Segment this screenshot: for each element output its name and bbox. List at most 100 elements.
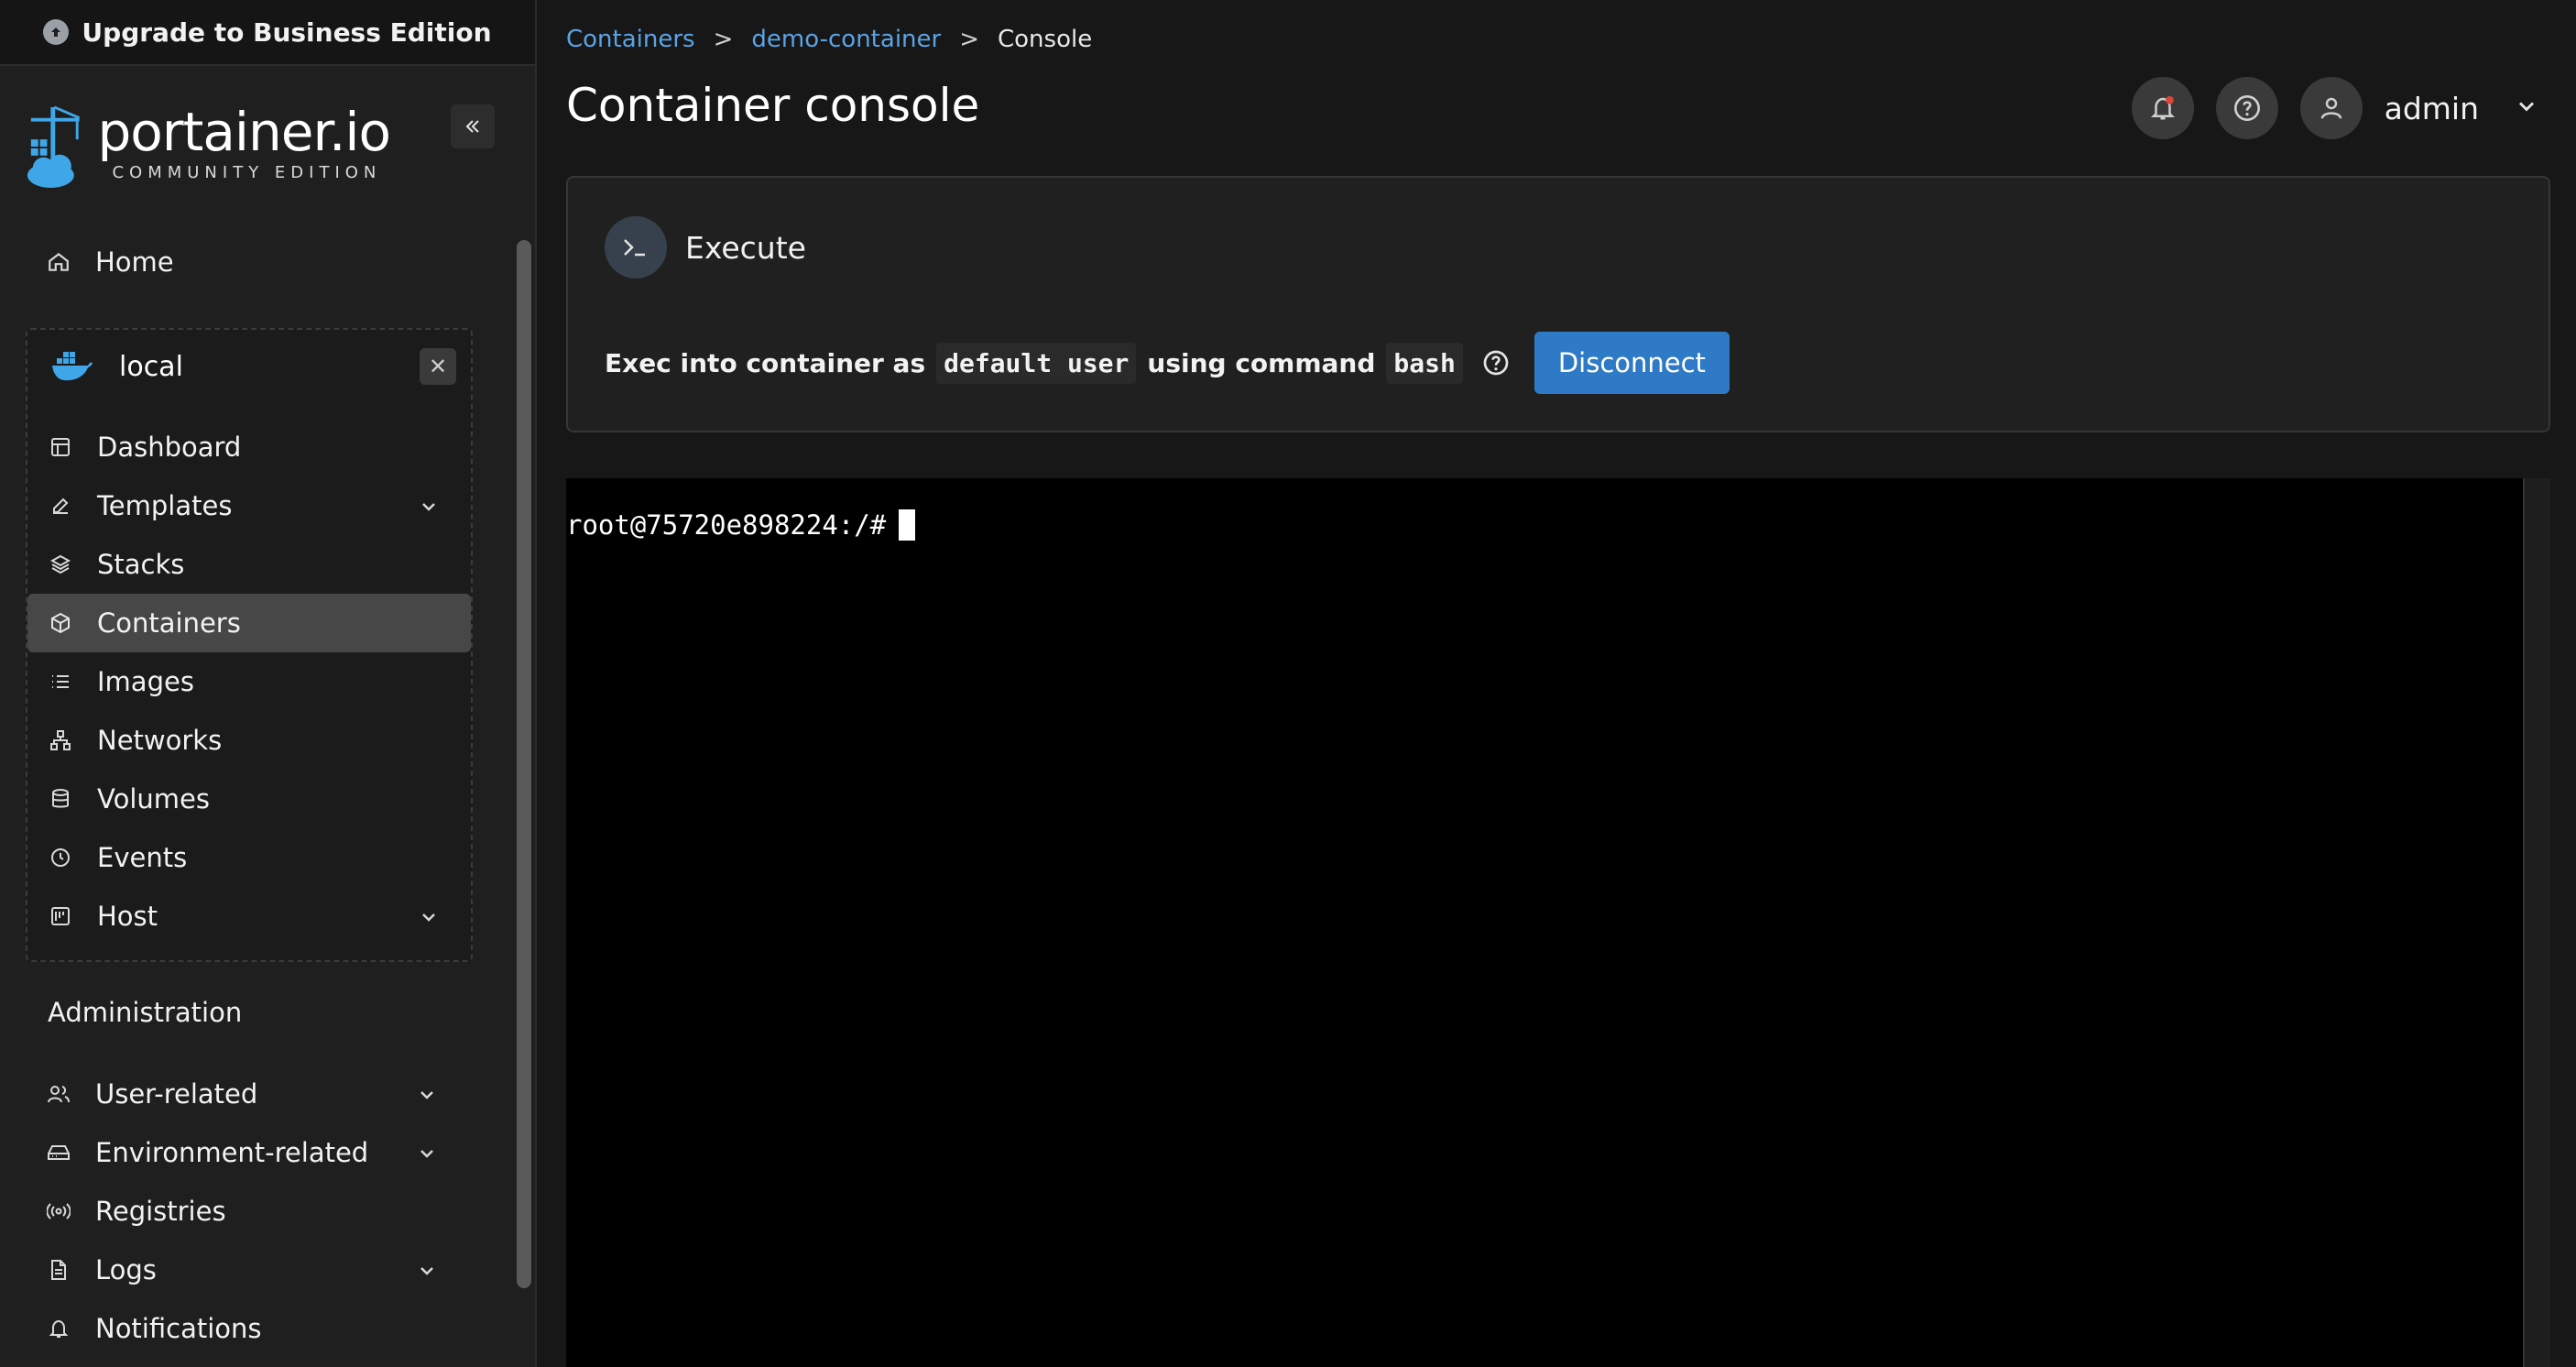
terminal-prompt-line: root@75720e898224:/# bbox=[566, 509, 916, 541]
sidebar-item-label: Images bbox=[97, 666, 194, 697]
sidebar-item-registries[interactable]: Registries bbox=[26, 1182, 469, 1241]
sidebar-item-host[interactable]: Host bbox=[27, 887, 471, 946]
sidebar-item-label: User-related bbox=[95, 1078, 258, 1110]
bell-icon bbox=[46, 1316, 71, 1341]
host-icon bbox=[48, 903, 73, 929]
exec-description: Exec into container as default user usin… bbox=[605, 332, 1730, 394]
administration-heading: Administration bbox=[48, 997, 243, 1028]
sidebar-item-label: Logs bbox=[95, 1254, 157, 1285]
chevron-down-icon bbox=[416, 1140, 438, 1171]
breadcrumb-containers-link[interactable]: Containers bbox=[566, 26, 695, 53]
environment-header[interactable]: local bbox=[27, 337, 471, 396]
terminal-cursor bbox=[899, 509, 916, 541]
user-name[interactable]: admin bbox=[2385, 91, 2479, 126]
execute-title: Execute bbox=[685, 229, 806, 266]
sidebar-item-containers[interactable]: Containers bbox=[27, 594, 471, 652]
network-icon bbox=[48, 727, 73, 753]
sidebar-item-label: Containers bbox=[97, 607, 241, 639]
exec-prefix-text: Exec into container as bbox=[605, 347, 926, 378]
upgrade-banner[interactable]: Upgrade to Business Edition bbox=[0, 0, 535, 66]
chevron-down-icon bbox=[418, 903, 440, 935]
layers-icon bbox=[48, 552, 73, 577]
bell-icon bbox=[2150, 95, 2175, 120]
sidebar-item-label: Host bbox=[97, 901, 158, 932]
portainer-logo[interactable]: portainer.io COMMUNITY EDITION bbox=[24, 101, 391, 194]
terminal-scrollbar[interactable] bbox=[2523, 478, 2550, 1367]
exec-command-code: bash bbox=[1386, 342, 1463, 384]
main-content: Containers > demo-container > Console Co… bbox=[539, 0, 2576, 1367]
sidebar-item-logs[interactable]: Logs bbox=[26, 1241, 469, 1299]
user-icon bbox=[2320, 97, 2341, 119]
page-title: Container console bbox=[566, 79, 980, 132]
sidebar-item-label: Environment-related bbox=[95, 1137, 369, 1168]
exec-middle-text: using command bbox=[1147, 347, 1376, 378]
terminal-prompt: root@75720e898224:/# bbox=[566, 509, 887, 541]
breadcrumb-separator: > bbox=[713, 26, 734, 53]
sidebar-item-label: Registries bbox=[95, 1196, 226, 1227]
sidebar-item-events[interactable]: Events bbox=[27, 828, 471, 887]
clock-icon bbox=[48, 845, 73, 870]
chevron-down-icon bbox=[416, 1081, 438, 1112]
sidebar-item-label: Home bbox=[95, 246, 174, 278]
breadcrumb: Containers > demo-container > Console bbox=[566, 26, 1092, 53]
header-actions: admin bbox=[2131, 77, 2539, 139]
sidebar-item-label: Dashboard bbox=[97, 432, 242, 463]
brand-edition: COMMUNITY EDITION bbox=[112, 163, 382, 182]
help-button[interactable] bbox=[2215, 77, 2278, 139]
close-environment-button[interactable]: ✕ bbox=[420, 348, 456, 385]
edit-icon bbox=[48, 493, 73, 519]
home-icon bbox=[46, 249, 71, 275]
execute-panel: Execute Exec into container as default u… bbox=[566, 176, 2550, 432]
brand-name: portainer.io bbox=[97, 101, 391, 163]
breadcrumb-separator: > bbox=[959, 26, 979, 53]
breadcrumb-current: Console bbox=[998, 26, 1093, 53]
chevron-down-icon bbox=[418, 493, 440, 524]
sidebar: Upgrade to Business Edition portainer.io… bbox=[0, 0, 537, 1367]
sidebar-item-label: Networks bbox=[97, 725, 223, 756]
sidebar-item-images[interactable]: Images bbox=[27, 652, 471, 711]
sidebar-item-volumes[interactable]: Volumes bbox=[27, 770, 471, 828]
environment-name: local bbox=[119, 350, 183, 383]
sidebar-item-stacks[interactable]: Stacks bbox=[27, 535, 471, 594]
sidebar-item-label: Templates bbox=[97, 490, 233, 521]
notifications-button[interactable] bbox=[2131, 77, 2194, 139]
sidebar-item-user-related[interactable]: User-related bbox=[26, 1065, 469, 1123]
file-icon bbox=[46, 1257, 71, 1283]
breadcrumb-container-link[interactable]: demo-container bbox=[751, 26, 941, 53]
help-circle-icon bbox=[2233, 95, 2260, 121]
list-icon bbox=[48, 669, 73, 694]
sidebar-item-templates[interactable]: Templates bbox=[27, 476, 471, 535]
users-icon bbox=[46, 1081, 71, 1107]
hdd-icon bbox=[46, 1140, 71, 1165]
execute-header: Execute bbox=[605, 216, 806, 279]
chevrons-left-icon bbox=[465, 120, 479, 133]
portainer-crane-icon bbox=[27, 105, 81, 189]
box-icon bbox=[48, 610, 73, 636]
help-circle-icon[interactable] bbox=[1481, 348, 1511, 377]
sidebar-item-environment-related[interactable]: Environment-related bbox=[26, 1123, 469, 1182]
exec-user-code: default user bbox=[936, 342, 1137, 384]
disconnect-button[interactable]: Disconnect bbox=[1534, 332, 1730, 394]
terminal-icon bbox=[605, 216, 667, 279]
radio-icon bbox=[46, 1198, 71, 1224]
sidebar-item-label: Stacks bbox=[97, 549, 185, 580]
sidebar-item-home[interactable]: Home bbox=[26, 233, 469, 291]
sidebar-item-label: Events bbox=[97, 842, 188, 873]
dashboard-icon bbox=[48, 434, 73, 460]
sidebar-item-networks[interactable]: Networks bbox=[27, 711, 471, 770]
sidebar-scrollbar[interactable] bbox=[517, 240, 531, 1288]
close-icon: ✕ bbox=[428, 354, 448, 379]
sidebar-item-dashboard[interactable]: Dashboard bbox=[27, 418, 471, 476]
docker-icon bbox=[52, 352, 93, 381]
chevron-down-icon[interactable] bbox=[2514, 93, 2539, 123]
chevron-down-icon bbox=[416, 1257, 438, 1288]
terminal-console[interactable]: root@75720e898224:/# bbox=[566, 478, 2550, 1367]
sidebar-item-label: Notifications bbox=[95, 1313, 262, 1344]
arrow-up-circle-icon bbox=[43, 19, 70, 45]
collapse-sidebar-button[interactable] bbox=[451, 104, 495, 148]
sidebar-item-notifications[interactable]: Notifications bbox=[26, 1299, 469, 1358]
database-icon bbox=[48, 786, 73, 812]
upgrade-label: Upgrade to Business Edition bbox=[82, 16, 492, 48]
user-avatar[interactable] bbox=[2299, 77, 2363, 139]
sidebar-item-label: Volumes bbox=[97, 783, 210, 815]
